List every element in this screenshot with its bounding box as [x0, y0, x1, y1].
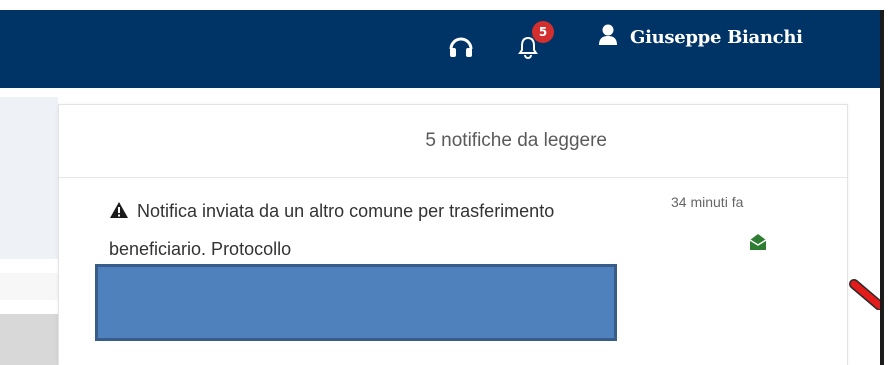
user-name: Giuseppe Bianchi — [630, 26, 803, 48]
notifications-count-label: 5 notifiche da leggere — [425, 130, 607, 151]
red-arrow-annotation — [846, 270, 880, 310]
envelope-open-icon[interactable] — [749, 233, 767, 251]
right-margin — [884, 0, 894, 365]
background-page — [848, 88, 880, 365]
background-panel — [0, 273, 58, 300]
notification-time: 34 minuti fa — [671, 194, 744, 210]
headset-icon[interactable] — [446, 32, 476, 62]
notifications-header: 5 notifiche da leggere — [59, 105, 847, 178]
redacted-area — [95, 264, 617, 341]
background-panel — [0, 259, 58, 273]
user-icon — [598, 24, 618, 51]
user-menu[interactable]: Giuseppe Bianchi — [598, 22, 803, 52]
background-panel — [0, 97, 58, 259]
warning-icon — [110, 202, 128, 218]
background-panel — [0, 314, 58, 365]
top-margin — [0, 0, 894, 10]
notification-count-badge: 5 — [532, 21, 554, 43]
notification-text: Notifica inviata da un altro comune per … — [109, 201, 555, 259]
